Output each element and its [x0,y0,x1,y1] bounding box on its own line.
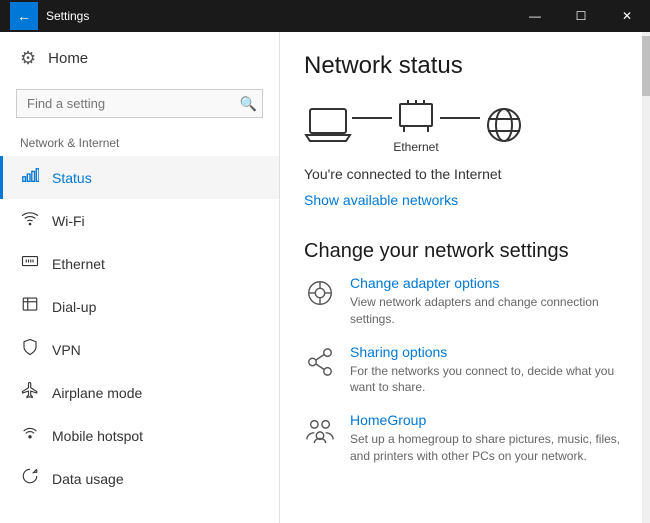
sidebar-dialup-label: Dial-up [52,299,96,315]
sidebar: ⚙ Home 🔍 Network & Internet [0,32,280,523]
scrollbar[interactable] [642,32,650,523]
sidebar-item-ethernet[interactable]: Ethernet [0,242,279,285]
minimize-button[interactable]: — [512,0,558,32]
sharing-icon [304,346,336,378]
close-button[interactable]: ✕ [604,0,650,32]
sidebar-home-label: Home [48,50,88,67]
sidebar-item-home[interactable]: ⚙ Home [0,32,279,85]
sidebar-wifi-label: Wi-Fi [52,213,85,229]
sidebar-item-datausage[interactable]: Data usage [0,457,279,500]
back-icon: ← [17,8,31,24]
settings-item-sharing: Sharing options For the networks you con… [304,344,626,397]
sidebar-item-vpn[interactable]: VPN [0,328,279,371]
sidebar-category: Network & Internet [0,130,279,156]
sidebar-item-status[interactable]: Status [0,156,279,199]
network-status-title: Network status [304,52,626,80]
sidebar-item-airplane[interactable]: Airplane mode [0,371,279,414]
show-networks-link[interactable]: Show available networks [304,192,458,208]
hotspot-icon [20,424,40,447]
ethernet-device-icon: Ethernet [392,96,440,154]
adapter-desc: View network adapters and change connect… [350,294,626,328]
homegroup-text: HomeGroup Set up a homegroup to share pi… [350,412,626,465]
adapter-text: Change adapter options View network adap… [350,275,626,328]
dialup-icon [20,295,40,318]
adapter-icon [304,277,336,309]
ethernet-device-label: Ethernet [393,140,438,154]
main-content: Network status [280,32,650,523]
sidebar-vpn-label: VPN [52,342,81,358]
status-icon [20,166,40,189]
sidebar-ethernet-label: Ethernet [52,256,105,272]
homegroup-desc: Set up a homegroup to share pictures, mu… [350,431,626,465]
laptop-icon [304,105,352,145]
settings-item-adapter: Change adapter options View network adap… [304,275,626,328]
sidebar-status-label: Status [52,170,92,186]
sharing-desc: For the networks you connect to, decide … [350,363,626,397]
ethernet-icon [20,252,40,275]
sharing-text: Sharing options For the networks you con… [350,344,626,397]
search-box: 🔍 [16,89,263,118]
internet-icon [480,105,528,145]
sidebar-airplane-label: Airplane mode [52,385,142,401]
network-line-1 [352,117,392,119]
sidebar-item-dialup[interactable]: Dial-up [0,285,279,328]
sidebar-hotspot-label: Mobile hotspot [52,428,143,444]
window-title: Settings [46,9,89,23]
back-button[interactable]: ← [10,2,38,30]
sidebar-datausage-label: Data usage [52,471,124,487]
titlebar: ← Settings — ☐ ✕ [0,0,650,32]
search-icon: 🔍 [240,95,257,112]
network-line-2 [440,117,480,119]
maximize-button[interactable]: ☐ [558,0,604,32]
adapter-title[interactable]: Change adapter options [350,275,626,291]
content-area: ⚙ Home 🔍 Network & Internet [0,32,650,523]
home-icon: ⚙ [20,48,36,69]
airplane-icon [20,381,40,404]
scrollbar-thumb[interactable] [642,36,650,96]
homegroup-icon [304,414,336,446]
wifi-icon [20,209,40,232]
datausage-icon [20,467,40,490]
window-controls: — ☐ ✕ [512,0,650,32]
homegroup-title[interactable]: HomeGroup [350,412,626,428]
sidebar-item-wifi[interactable]: Wi-Fi [0,199,279,242]
change-settings-title: Change your network settings [304,240,626,263]
vpn-icon [20,338,40,361]
network-diagram: Ethernet [304,96,626,154]
search-input[interactable] [16,89,263,118]
settings-item-homegroup: HomeGroup Set up a homegroup to share pi… [304,412,626,465]
sidebar-item-hotspot[interactable]: Mobile hotspot [0,414,279,457]
connected-text: You're connected to the Internet [304,166,626,182]
sharing-title[interactable]: Sharing options [350,344,626,360]
